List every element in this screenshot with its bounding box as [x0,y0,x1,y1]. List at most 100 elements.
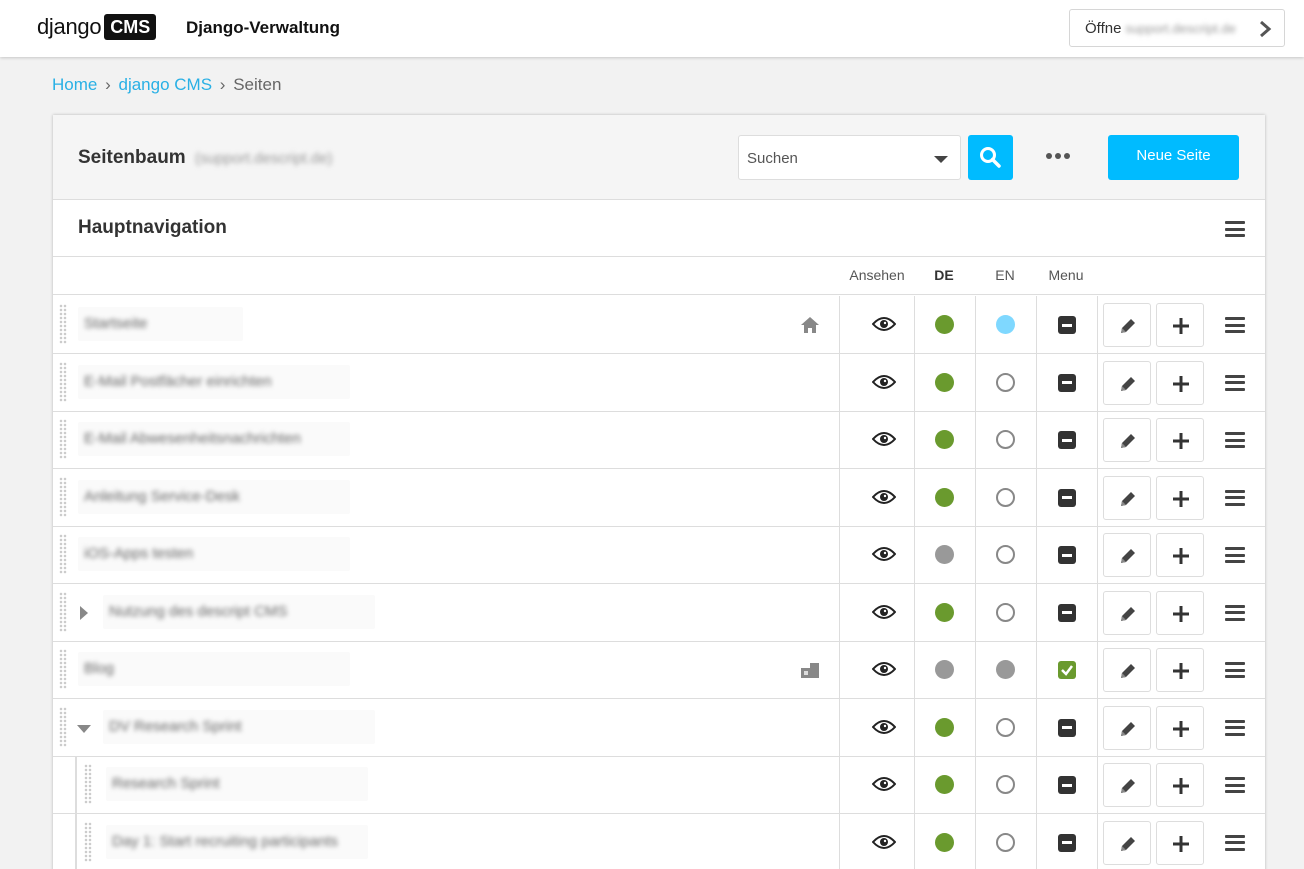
eye-icon[interactable] [872,546,896,562]
language-en-status[interactable] [996,315,1015,334]
language-en-status[interactable] [996,430,1015,449]
row-options-icon[interactable] [1225,719,1245,736]
breadcrumb-home[interactable]: Home [52,75,97,94]
menu-visibility-checkbox[interactable] [1058,546,1076,564]
language-de-status[interactable] [935,545,954,564]
language-en-status[interactable] [996,717,1015,737]
page-title[interactable]: Nutzung des descript CMS [103,594,375,629]
menu-visibility-checkbox[interactable] [1058,603,1076,622]
page-row[interactable]: Blog [53,641,1265,699]
menu-visibility-checkbox[interactable] [1058,488,1076,507]
page-row[interactable]: Startseite [53,296,1265,354]
language-en-status[interactable] [996,602,1015,622]
drag-handle[interactable] [59,706,67,747]
edit-button[interactable] [1103,303,1151,347]
language-en-status[interactable] [996,372,1015,392]
page-row[interactable]: Nutzung des descript CMS [53,583,1265,642]
search-button[interactable] [968,135,1013,180]
page-title[interactable]: Blog [78,652,350,686]
add-page-button[interactable] [1156,303,1204,347]
page-title[interactable]: iOS-Apps testen [78,537,350,571]
eye-icon[interactable] [872,431,896,447]
page-row[interactable]: Anleitung Service-Desk [53,468,1265,527]
add-page-button[interactable] [1156,533,1204,577]
edit-button[interactable] [1103,533,1151,577]
add-page-button[interactable] [1156,705,1204,750]
edit-button[interactable] [1103,475,1151,520]
row-options-icon[interactable] [1225,834,1245,851]
row-options-icon[interactable] [1225,662,1245,678]
drag-handle[interactable] [59,649,67,689]
drag-handle[interactable] [59,534,67,574]
row-options-icon[interactable] [1225,777,1245,793]
language-de-status[interactable] [935,372,954,392]
eye-icon[interactable] [872,604,896,620]
language-de-status[interactable] [935,602,954,622]
row-options-icon[interactable] [1225,317,1245,333]
add-page-button[interactable] [1156,648,1204,692]
breadcrumb-django-cms[interactable]: django CMS [119,75,213,94]
edit-button[interactable] [1103,763,1151,807]
new-page-button[interactable]: Neue Seite [1108,135,1239,180]
edit-button[interactable] [1103,705,1151,750]
caret-down-icon[interactable] [934,156,948,163]
drag-handle[interactable] [59,476,67,517]
page-row[interactable]: E-Mail Abwesenheitsnachrichten [53,411,1265,469]
edit-button[interactable] [1103,418,1151,462]
eye-icon[interactable] [872,834,896,850]
page-title[interactable]: Day 1: Start recruiting participants [106,824,368,859]
edit-button[interactable] [1103,820,1151,865]
language-de-status[interactable] [935,660,954,679]
more-options-icon[interactable] [1046,153,1070,163]
eye-icon[interactable] [872,776,896,792]
eye-icon[interactable] [872,374,896,390]
language-en-status[interactable] [996,775,1015,794]
language-de-status[interactable] [935,430,954,449]
add-page-button[interactable] [1156,475,1204,520]
page-row[interactable]: Research Sprint [53,756,1265,814]
menu-visibility-checkbox[interactable] [1058,833,1076,852]
menu-visibility-checkbox[interactable] [1058,373,1076,392]
drag-handle[interactable] [59,419,67,459]
menu-visibility-checkbox[interactable] [1058,776,1076,794]
row-options-icon[interactable] [1225,547,1245,563]
eye-icon[interactable] [872,719,896,735]
row-options-icon[interactable] [1225,374,1245,391]
eye-icon[interactable] [872,316,896,332]
page-title[interactable]: Research Sprint [106,767,368,801]
language-de-status[interactable] [935,832,954,852]
eye-icon[interactable] [872,489,896,505]
page-title[interactable]: Anleitung Service-Desk [78,479,350,514]
expand-icon[interactable] [80,605,88,620]
menu-visibility-checkbox[interactable] [1058,316,1076,334]
collapse-icon[interactable] [77,724,91,733]
open-site-button[interactable]: Öffne support.descript.de [1069,9,1285,47]
edit-button[interactable] [1103,590,1151,635]
edit-button[interactable] [1103,360,1151,405]
admin-title[interactable]: Django-Verwaltung [186,18,340,38]
add-page-button[interactable] [1156,590,1204,635]
language-de-status[interactable] [935,487,954,507]
page-row[interactable]: Day 1: Start recruiting participants [53,813,1265,869]
language-de-status[interactable] [935,717,954,737]
menu-visibility-checkbox[interactable] [1058,431,1076,449]
language-en-status[interactable] [996,832,1015,852]
row-options-icon[interactable] [1225,432,1245,448]
language-de-status[interactable] [935,775,954,794]
navigation-menu-icon[interactable] [1225,221,1245,237]
language-en-status[interactable] [996,487,1015,507]
drag-handle[interactable] [84,821,92,862]
page-title[interactable]: Startseite [78,307,243,341]
page-row[interactable]: iOS-Apps testen [53,526,1265,584]
language-en-status[interactable] [996,545,1015,564]
add-page-button[interactable] [1156,820,1204,865]
drag-handle[interactable] [84,764,92,804]
menu-visibility-checkbox[interactable] [1058,661,1076,679]
page-title[interactable]: E-Mail Abwesenheitsnachrichten [78,422,350,456]
page-title[interactable]: E-Mail Postfächer einrichten [78,364,350,399]
add-page-button[interactable] [1156,360,1204,405]
drag-handle[interactable] [59,304,67,344]
page-title[interactable]: DV Research Sprint [103,709,375,744]
django-cms-logo[interactable]: django CMS [37,13,157,41]
page-row[interactable]: DV Research Sprint [53,698,1265,757]
